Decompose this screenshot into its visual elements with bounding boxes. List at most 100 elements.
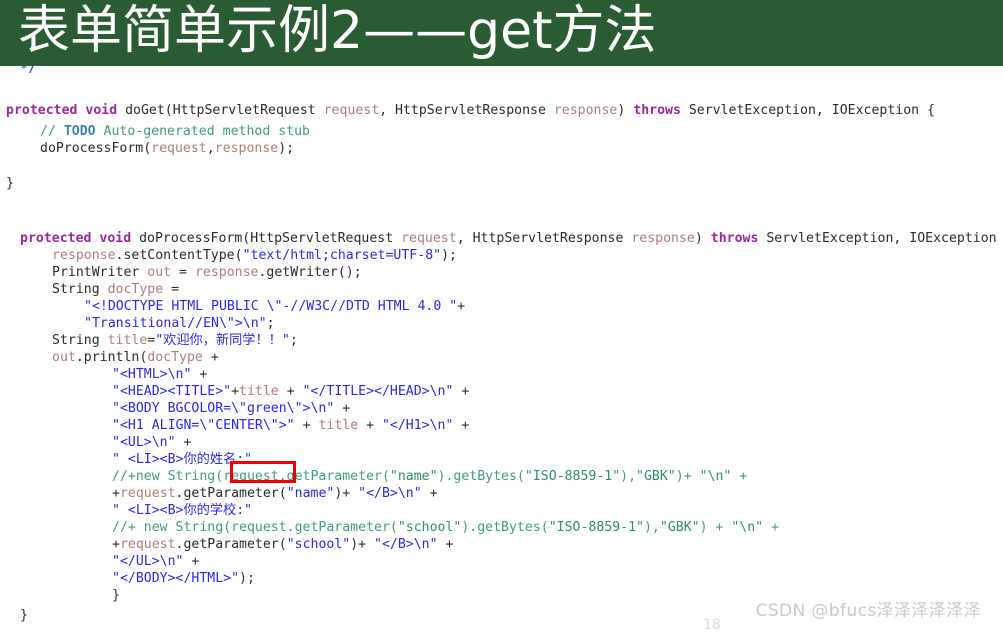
code-token: .getWriter(); xyxy=(258,265,362,280)
code-line: // TODO Auto-generated method stub xyxy=(0,123,310,140)
code-token: , HttpServletResponse xyxy=(379,103,554,118)
code-token: , HttpServletResponse xyxy=(456,231,632,246)
code-line: doProcessForm(request,response); xyxy=(0,140,294,157)
code-token: ) + xyxy=(699,520,732,535)
code-token: , xyxy=(206,141,215,156)
code-token: "<UL>\n" xyxy=(112,435,176,450)
code-token: + xyxy=(191,367,208,382)
code-token: } xyxy=(20,608,28,623)
code-token: + xyxy=(358,418,382,433)
code-token: "Transitional//EN\">\n" xyxy=(84,316,267,331)
code-token: + xyxy=(437,537,454,552)
code-line: String docType = xyxy=(0,281,179,298)
code-token: "ISO-8859-1" xyxy=(548,520,644,535)
code-token: response xyxy=(194,265,259,280)
code-token: )+ xyxy=(350,537,375,552)
code-token: response xyxy=(553,103,618,118)
code-token: //+new String(request.getParameter( xyxy=(112,469,390,484)
code-line: String title="欢迎你，新同学！！"; xyxy=(0,332,298,349)
code-token: throws xyxy=(710,231,759,246)
code-token: ); xyxy=(239,571,255,586)
code-token: "text/html;charset=UTF-8" xyxy=(242,248,442,263)
code-line: } xyxy=(0,175,14,192)
code-line: "<H1 ALIGN=\"CENTER\">" + title + "</H1>… xyxy=(0,417,469,434)
code-token: "GBK" xyxy=(636,469,676,484)
code-token: title xyxy=(239,384,279,399)
code-token: .getParameter( xyxy=(175,537,287,552)
code-token: "name" xyxy=(286,486,335,501)
code-line: PrintWriter out = response.getWriter(); xyxy=(0,264,362,281)
page-title: 表单简单示例2——get方法 xyxy=(18,1,657,61)
code-line: "<BODY BGCOLOR=\"green\">\n" + xyxy=(0,400,350,417)
code-token: TODO xyxy=(63,124,96,139)
code-token: request xyxy=(151,141,207,156)
code-token: "欢迎你，新同学！！" xyxy=(155,333,290,348)
code-token: ) xyxy=(617,103,634,118)
code-token: + xyxy=(112,486,120,501)
code-token: " <LI><B>你的学校:" xyxy=(112,503,253,518)
code-listing: */ protected void doGet(HttpServletReques… xyxy=(0,66,1003,627)
code-token: = xyxy=(171,265,195,280)
code-token: String xyxy=(52,333,108,348)
code-token: "\n" xyxy=(731,520,764,535)
code-token: //+ new String(request.getParameter( xyxy=(112,520,398,535)
code-token: .getParameter( xyxy=(175,486,287,501)
code-token: PrintWriter xyxy=(52,265,148,280)
code-token: throws xyxy=(633,103,681,118)
code-token: title xyxy=(107,333,148,348)
code-token: ServletException, IOException {{ xyxy=(758,231,1003,246)
code-token: request xyxy=(119,486,176,501)
code-token: Auto-generated method stub xyxy=(95,124,310,139)
code-token: String xyxy=(52,282,108,297)
code-token: ), xyxy=(643,520,660,535)
code-line: } xyxy=(0,587,120,604)
code-token: // xyxy=(40,124,64,139)
code-line: //+new String(request.getParameter("name… xyxy=(0,468,747,485)
code-token: docType xyxy=(107,282,164,297)
code-token: "<H1 ALIGN=\"CENTER\">" xyxy=(112,418,295,433)
code-token: } xyxy=(6,176,14,191)
code-line: " <LI><B>你的姓名:" xyxy=(0,451,252,468)
code-line: "<!DOCTYPE HTML PUBLIC \"-//W3C//DTD HTM… xyxy=(0,298,465,315)
code-token: out xyxy=(52,350,76,365)
code-token: ; xyxy=(289,333,298,348)
slide-number-watermark: 18 xyxy=(703,617,721,633)
code-token: } xyxy=(112,588,120,603)
code-token: + xyxy=(175,435,192,450)
code-token: + xyxy=(421,486,438,501)
code-token: "</H1>\n" xyxy=(381,418,454,433)
code-line: } xyxy=(0,607,28,624)
code-token: ).getBytes( xyxy=(437,469,525,484)
code-line: "<HTML>\n" + xyxy=(0,366,207,383)
code-token: "name" xyxy=(389,469,438,484)
code-token: + xyxy=(453,384,470,399)
code-token: protected void xyxy=(20,231,140,246)
code-token: doProcessForm(HttpServletRequest xyxy=(139,231,402,246)
code-token: doGet(HttpServletRequest xyxy=(125,103,324,118)
code-token: request xyxy=(323,103,380,118)
code-token: "\n" xyxy=(699,469,732,484)
code-token: = xyxy=(163,282,180,297)
code-line: " <LI><B>你的学校:" xyxy=(0,502,252,519)
code-token: "<HEAD><TITLE>" xyxy=(112,384,232,399)
code-token: "</BODY></HTML>" xyxy=(112,571,240,586)
code-token: "<!DOCTYPE HTML PUBLIC \"-//W3C//DTD HTM… xyxy=(84,299,458,314)
csdn-watermark: CSDN @bfucs泽泽泽泽泽泽 xyxy=(755,601,981,621)
code-token: "</B>\n" xyxy=(358,486,422,501)
code-token: "ISO-8859-1" xyxy=(524,469,621,484)
code-token: "<HTML>\n" xyxy=(112,367,192,382)
code-token: ) xyxy=(694,231,711,246)
code-token: */ xyxy=(20,66,36,73)
code-token: response xyxy=(631,231,695,246)
code-token: "</B>\n" xyxy=(374,537,438,552)
code-token: ), xyxy=(620,469,637,484)
code-token: docType xyxy=(147,350,203,365)
code-token: response xyxy=(52,248,116,263)
code-token: )+ xyxy=(675,469,700,484)
code-token: + xyxy=(112,537,120,552)
code-token: request xyxy=(401,231,457,246)
code-line: "</BODY></HTML>"); xyxy=(0,570,255,587)
code-line: out.println(docType + xyxy=(0,349,219,366)
code-token: doProcessForm( xyxy=(40,141,152,156)
code-token: + xyxy=(183,554,200,569)
